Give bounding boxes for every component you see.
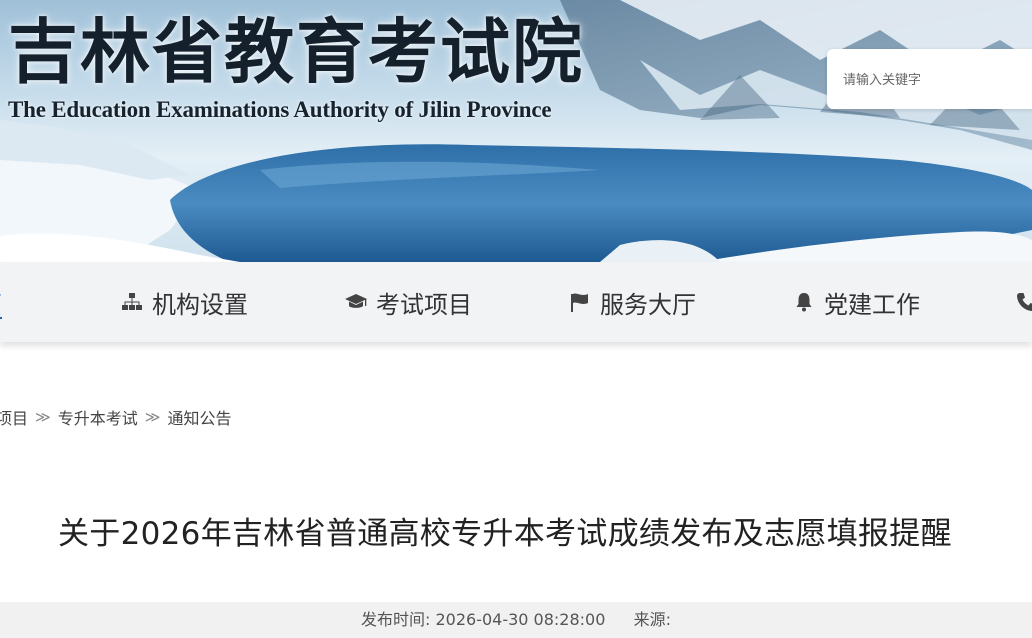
breadcrumb: 项目 ≫ 专升本考试 ≫ 通知公告 bbox=[0, 405, 231, 429]
nav-item-label: 考试项目 bbox=[376, 290, 472, 319]
sitemap-icon bbox=[120, 290, 144, 314]
nav-item-label: 机构设置 bbox=[152, 290, 248, 319]
breadcrumb-separator: ≫ bbox=[35, 408, 51, 426]
publish-time: 2026-04-30 08:28:00 bbox=[435, 610, 606, 629]
active-underline bbox=[0, 317, 2, 319]
flag-icon bbox=[568, 290, 592, 314]
phone-icon bbox=[1014, 290, 1032, 314]
main-nav: 页 机构设置 考试项目 bbox=[0, 262, 1032, 342]
nav-item-home[interactable]: 页 bbox=[0, 262, 2, 342]
breadcrumb-item-notices[interactable]: 通知公告 bbox=[167, 405, 231, 429]
publish-time-label: 发布时间: bbox=[360, 610, 431, 629]
search-box bbox=[827, 49, 1032, 109]
search-input[interactable] bbox=[841, 67, 1032, 93]
bell-icon bbox=[792, 290, 816, 314]
breadcrumb-item-projects[interactable]: 项目 bbox=[0, 405, 28, 429]
article-title: 关于2026年吉林省普通高校专升本考试成绩发布及志愿填报提醒 bbox=[58, 516, 952, 552]
graduation-cap-icon bbox=[344, 290, 368, 314]
breadcrumb-separator: ≫ bbox=[144, 408, 161, 426]
header-banner: 吉林省教育考试院 The Education Examinations Auth… bbox=[0, 0, 1032, 262]
nav-item-party[interactable]: 党建工作 bbox=[792, 262, 920, 342]
nav-item-organization[interactable]: 机构设置 bbox=[120, 262, 248, 342]
nav-item-services[interactable]: 服务大厅 bbox=[568, 262, 696, 342]
nav-item-exams[interactable]: 考试项目 bbox=[344, 262, 472, 342]
site-title: 吉林省教育考试院 bbox=[8, 10, 584, 93]
article-meta: 发布时间: 2026-04-30 08:28:00 来源: bbox=[0, 602, 1032, 638]
site-subtitle: The Education Examinations Authority of … bbox=[8, 97, 552, 122]
nav-item-label: 服务大厅 bbox=[600, 290, 696, 319]
nav-item-label: 页 bbox=[0, 285, 2, 320]
nav-item-label: 党建工作 bbox=[824, 290, 920, 319]
nav-item-contact[interactable] bbox=[1014, 262, 1032, 342]
source-label: 来源: bbox=[633, 610, 672, 629]
breadcrumb-item-upgrade-exam[interactable]: 专升本考试 bbox=[58, 405, 138, 429]
